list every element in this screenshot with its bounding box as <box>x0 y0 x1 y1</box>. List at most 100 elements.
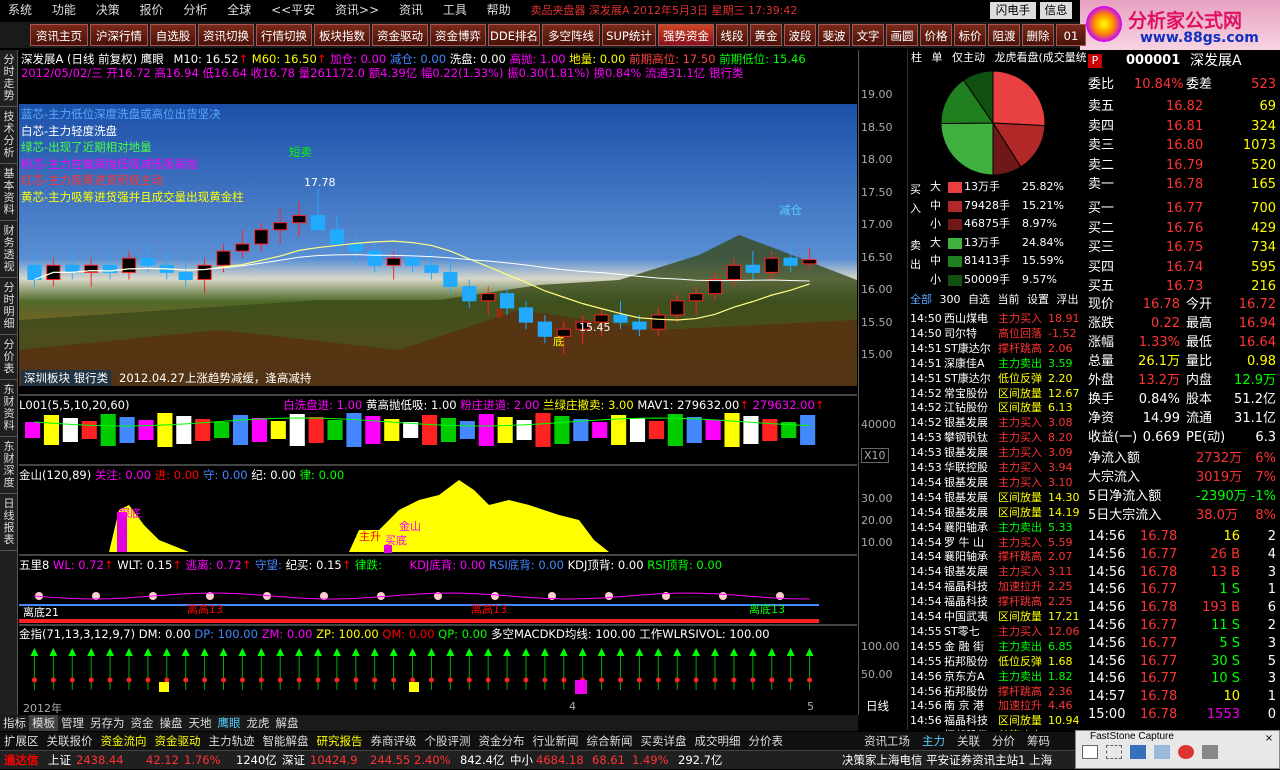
ext-tab-7[interactable]: 券商评级 <box>367 732 421 750</box>
tick-row[interactable]: 14:56 拓邦股份 撑杆跳高 2.36 <box>908 684 1088 699</box>
toolbar-button-18[interactable]: 价格 <box>920 24 952 46</box>
toolbar-button-7[interactable]: 资金博弈 <box>430 24 486 46</box>
toolbar-button-14[interactable]: 波段 <box>784 24 816 46</box>
sell-level[interactable]: 卖二 16.79 520 <box>1086 157 1280 175</box>
tick-list[interactable]: 14:50 西山煤电 主力买入 18.91 14:50 司尔特 高位回落 -1.52 14:51… <box>908 311 1088 731</box>
tab-longhu[interactable]: 龙虎看盘(成交量统 <box>992 51 1089 64</box>
period-label[interactable]: 日线 <box>866 698 889 714</box>
tick-row[interactable]: 14:54 襄阳轴承 撑杆跳高 2.07 <box>908 549 1088 564</box>
indicator-tab-3[interactable]: 另存为 <box>87 715 128 731</box>
indicator-tab-6[interactable]: 天地 <box>186 715 215 731</box>
sell-level[interactable]: 卖五 16.82 69 <box>1086 98 1280 116</box>
tick-row[interactable]: 14:56 福晶科技 区间放量 10.94 <box>908 713 1088 728</box>
indicator-tab-7[interactable]: 鹰眼 <box>215 715 244 731</box>
toolbar-button-0[interactable]: 资讯主页 <box>30 24 88 46</box>
ext-tab-14[interactable]: 分价表 <box>745 732 788 750</box>
capture-scroll-icon[interactable] <box>1154 745 1170 759</box>
sidebar-tab-1[interactable]: 技术分析 <box>0 107 18 164</box>
ext-tab-11[interactable]: 综合新闻 <box>583 732 637 750</box>
tick-row[interactable]: 14:54 中国武夷 区间放量 17.21 <box>908 609 1088 624</box>
ext-tab-9[interactable]: 资金分布 <box>475 732 529 750</box>
tick-row[interactable]: 14:54 银基发展 区间放量 14.30 <box>908 490 1088 505</box>
menu-pingan[interactable]: <<平安 <box>263 0 323 20</box>
info-button[interactable]: 信息 <box>1040 2 1072 19</box>
toolbar-button-3[interactable]: 资讯切换 <box>198 24 254 46</box>
indicator-tab-4[interactable]: 资金 <box>128 715 157 731</box>
sell-level[interactable]: 卖一 16.78 165 <box>1086 176 1280 194</box>
tick-row[interactable]: 14:51 ST康达尔 撑杆跳高 2.06 <box>908 341 1088 356</box>
right-tab-4[interactable]: 筹码 <box>1021 732 1056 750</box>
toolbar-button-8[interactable]: DDE排名 <box>488 24 540 46</box>
tick-tab-all[interactable]: 全部 <box>908 293 934 306</box>
tick-row[interactable]: 14:54 福晶科技 加速拉升 2.25 <box>908 579 1088 594</box>
toolbar-button-6[interactable]: 资金驱动 <box>372 24 428 46</box>
toolbar-button-9[interactable]: 多空阵线 <box>542 24 600 46</box>
menu-analysis[interactable]: 分析 <box>175 0 215 20</box>
indicator-tab-9[interactable]: 解盘 <box>273 715 302 731</box>
right-tab-0[interactable]: 资讯工场 <box>858 732 916 750</box>
tick-tab-settings[interactable]: 设置 <box>1025 293 1051 306</box>
sidebar-tab-0[interactable]: 分时走势 <box>0 50 18 107</box>
tick-row[interactable]: 14:52 常宝股份 区间放量 12.67 <box>908 386 1088 401</box>
buy-level[interactable]: 买一 16.77 700 <box>1086 200 1280 218</box>
tick-row[interactable]: 14:50 司尔特 高位回落 -1.52 <box>908 326 1088 341</box>
tab-bar[interactable]: 柱 <box>908 51 925 64</box>
right-tab-1[interactable]: 主力 <box>916 732 951 750</box>
ext-tab-3[interactable]: 资金驱动 <box>151 732 205 750</box>
ext-tab-6[interactable]: 研究报告 <box>313 732 367 750</box>
indicator-tab-5[interactable]: 操盘 <box>157 715 186 731</box>
x10-label[interactable]: X10 <box>861 448 889 463</box>
tick-tab-current[interactable]: 当前 <box>996 293 1022 306</box>
tick-row[interactable]: 14:55 金 融 街主力卖出 6.85 <box>908 639 1088 654</box>
tick-row[interactable]: 14:54 罗 牛 山主力买入 5.59 <box>908 535 1088 550</box>
toolbar-button-1[interactable]: 沪深行情 <box>90 24 148 46</box>
sidebar-tab-4[interactable]: 分时明细 <box>0 278 18 335</box>
menu-info[interactable]: 资讯 <box>391 0 431 20</box>
menu-info-arrow[interactable]: 资讯>> <box>327 0 387 20</box>
toolbar-button-12[interactable]: 线段 <box>716 24 748 46</box>
buy-level[interactable]: 买三 16.75 734 <box>1086 239 1280 257</box>
sell-level[interactable]: 卖四 16.81 324 <box>1086 118 1280 136</box>
ext-tab-12[interactable]: 买卖详盘 <box>637 732 691 750</box>
right-tab-2[interactable]: 关联 <box>951 732 986 750</box>
tick-row[interactable]: 14:55 拓邦股份 低位反弹 1.68 <box>908 654 1088 669</box>
tick-row[interactable]: 14:55 ST零七 主力买入 12.06 <box>908 624 1088 639</box>
menu-help[interactable]: 帮助 <box>479 0 519 20</box>
sidebar-tab-2[interactable]: 基本资料 <box>0 164 18 221</box>
indicator-tab-1[interactable]: 模板 <box>29 715 58 731</box>
tick-row[interactable]: 14:54 襄阳轴承 主力卖出 5.33 <box>908 520 1088 535</box>
indicator-tab-0[interactable]: 指标 <box>0 715 29 731</box>
menu-quote[interactable]: 报价 <box>132 0 172 20</box>
tick-row[interactable]: 14:54 银基发展 区间放量 14.19 <box>908 505 1088 520</box>
tick-row[interactable]: 14:53 银基发展 主力买入 3.09 <box>908 445 1088 460</box>
tick-row[interactable]: 14:56 京东方A 主力卖出 1.82 <box>908 669 1088 684</box>
tick-row[interactable]: 14:53 华联控股 主力买入 3.94 <box>908 460 1088 475</box>
capture-settings-icon[interactable] <box>1202 745 1218 759</box>
tick-tab-float[interactable]: 浮出 <box>1055 293 1081 306</box>
menu-function[interactable]: 功能 <box>44 0 84 20</box>
ext-tab-8[interactable]: 个股评测 <box>421 732 475 750</box>
buy-level[interactable]: 买四 16.74 595 <box>1086 259 1280 277</box>
ext-tab-1[interactable]: 关联报价 <box>43 732 97 750</box>
toolbar-button-11[interactable]: 强势资金 <box>658 24 714 46</box>
sell-level[interactable]: 卖三 16.80 1073 <box>1086 137 1280 155</box>
tick-row[interactable]: 14:51 深康佳A 主力卖出 3.59 <box>908 356 1088 371</box>
indicator-tab-2[interactable]: 管理 <box>58 715 87 731</box>
ext-tab-5[interactable]: 智能解盘 <box>259 732 313 750</box>
capture-record-icon[interactable] <box>1178 745 1194 759</box>
menu-global[interactable]: 全球 <box>219 0 259 20</box>
capture-full-icon[interactable] <box>1130 745 1146 759</box>
toolbar-button-13[interactable]: 黄金 <box>750 24 782 46</box>
capture-window-icon[interactable] <box>1082 745 1098 759</box>
tick-row[interactable]: 14:54 银基发展 主力买入 3.11 <box>908 564 1088 579</box>
sidebar-tab-5[interactable]: 分价表 <box>0 335 18 380</box>
menu-decision[interactable]: 决策 <box>88 0 128 20</box>
tick-tab-fav[interactable]: 自选 <box>966 293 992 306</box>
toolbar-button-15[interactable]: 斐波 <box>818 24 850 46</box>
menu-tools[interactable]: 工具 <box>435 0 475 20</box>
sidebar-tab-6[interactable]: 东财资料 <box>0 380 18 437</box>
toolbar-button-4[interactable]: 行情切换 <box>256 24 312 46</box>
chart-area[interactable]: 深发展A (日线 前复权) 鹰眼 M10: 16.52↑ M60: 16.50↑… <box>19 50 857 715</box>
ext-tab-13[interactable]: 成交明细 <box>691 732 745 750</box>
tick-row[interactable]: 14:54 银基发展 主力买入 3.10 <box>908 475 1088 490</box>
